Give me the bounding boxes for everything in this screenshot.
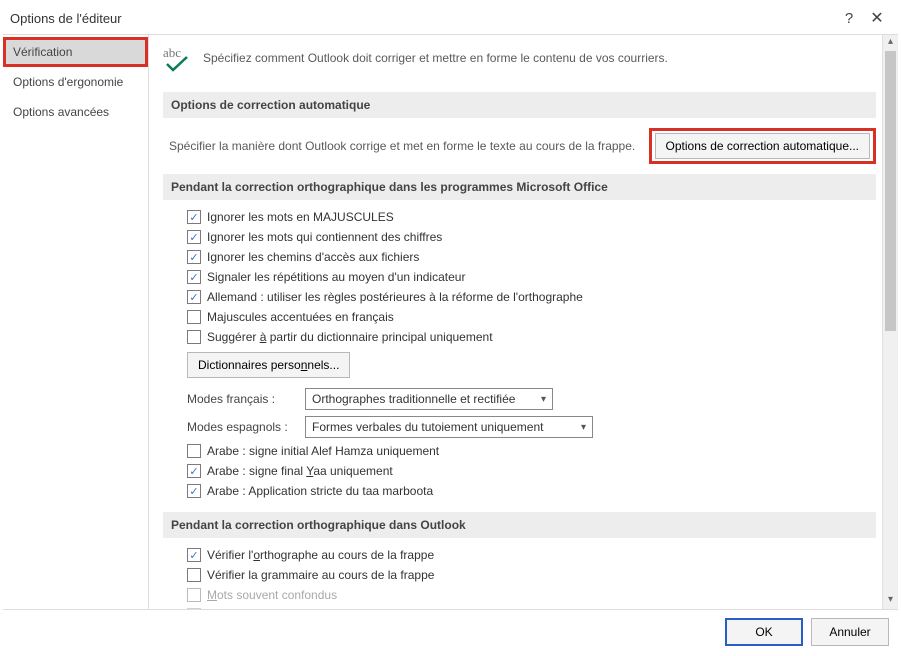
check-arabic-alef[interactable]: Arabe : signe initial Alef Hamza uniquem… xyxy=(187,444,876,458)
check-german-reform[interactable]: ✓ Allemand : utiliser les règles postéri… xyxy=(187,290,876,304)
sidebar-item-label: Options d'ergonomie xyxy=(13,75,123,89)
check-label: Mots souvent confondus xyxy=(207,588,337,602)
french-mode-row: Modes français : Orthographes traditionn… xyxy=(187,388,876,410)
section-spell-office-header: Pendant la correction orthographique dan… xyxy=(163,174,876,200)
check-spell-as-type[interactable]: ✓ Vérifier l'orthographe au cours de la … xyxy=(187,548,876,562)
autocorrect-options-button[interactable]: Options de correction automatique... xyxy=(655,133,870,159)
checkbox-icon: ✓ xyxy=(187,548,201,562)
hero: abc Spécifiez comment Outlook doit corri… xyxy=(163,45,876,78)
check-label: Majuscules accentuées en français xyxy=(207,310,394,324)
sidebar-item-ergonomie[interactable]: Options d'ergonomie xyxy=(3,67,148,97)
sidebar-item-avancees[interactable]: Options avancées xyxy=(3,97,148,127)
check-label: Vérifier la grammaire au cours de la fra… xyxy=(207,568,434,582)
spanish-mode-combo[interactable]: Formes verbales du tutoiement uniquement… xyxy=(305,416,593,438)
check-ignore-paths[interactable]: ✓ Ignorer les chemins d'accès aux fichie… xyxy=(187,250,876,264)
cancel-button[interactable]: Annuler xyxy=(811,618,889,646)
checkbox-icon xyxy=(187,568,201,582)
section-spell-outlook-header: Pendant la correction orthographique dan… xyxy=(163,512,876,538)
checkbox-icon xyxy=(187,330,201,344)
dialog-footer: OK Annuler xyxy=(0,610,901,656)
check-label: Arabe : signe initial Alef Hamza uniquem… xyxy=(207,444,439,458)
checkbox-icon: ✓ xyxy=(187,608,201,609)
check-grammar-editor-pane[interactable]: ✓ Vérifier la grammaire et les affinemen… xyxy=(187,608,876,609)
check-arabic-yaa[interactable]: ✓ Arabe : signe final Yaa uniquement xyxy=(187,464,876,478)
french-mode-combo[interactable]: Orthographes traditionnelle et rectifiée… xyxy=(305,388,553,410)
help-icon[interactable]: ? xyxy=(835,10,863,27)
check-label: Vérifier la grammaire et les affinements… xyxy=(207,608,548,609)
check-label: Arabe : signe final Yaa uniquement xyxy=(207,464,393,478)
window-title: Options de l'éditeur xyxy=(10,11,835,26)
scroll-thumb[interactable] xyxy=(885,51,896,331)
autocorrect-row: Spécifier la manière dont Outlook corrig… xyxy=(163,128,876,164)
check-ignore-uppercase[interactable]: ✓ Ignorer les mots en MAJUSCULES xyxy=(187,210,876,224)
content-pane: abc Spécifiez comment Outlook doit corri… xyxy=(149,35,898,609)
custom-dictionaries-button[interactable]: Dictionnaires personnels... xyxy=(187,352,350,378)
sidebar: Vérification Options d'ergonomie Options… xyxy=(3,35,149,609)
check-label: Signaler les répétitions au moyen d'un i… xyxy=(207,270,465,284)
french-mode-label: Modes français : xyxy=(187,392,299,406)
titlebar: Options de l'éditeur ? ✕ xyxy=(0,0,901,34)
checkbox-icon xyxy=(187,444,201,458)
checkbox-icon: ✓ xyxy=(187,290,201,304)
sidebar-item-label: Options avancées xyxy=(13,105,109,119)
main-area: Vérification Options d'ergonomie Options… xyxy=(3,34,898,610)
check-label: Arabe : Application stricte du taa marbo… xyxy=(207,484,433,498)
autocorrect-desc: Spécifier la manière dont Outlook corrig… xyxy=(169,139,639,153)
chevron-down-icon: ▾ xyxy=(541,394,546,405)
checkbox-icon: ✓ xyxy=(187,250,201,264)
autocorrect-button-highlight: Options de correction automatique... xyxy=(649,128,876,164)
check-label: Ignorer les chemins d'accès aux fichiers xyxy=(207,250,419,264)
check-label: Vérifier l'orthographe au cours de la fr… xyxy=(207,548,434,562)
sidebar-item-verification[interactable]: Vérification xyxy=(3,37,148,67)
chevron-down-icon: ▾ xyxy=(581,422,586,433)
check-arabic-taa[interactable]: ✓ Arabe : Application stricte du taa mar… xyxy=(187,484,876,498)
checkbox-icon: ✓ xyxy=(187,230,201,244)
checkbox-icon: ✓ xyxy=(187,464,201,478)
combo-value: Orthographes traditionnelle et rectifiée xyxy=(312,392,515,406)
check-ignore-numbers[interactable]: ✓ Ignorer les mots qui contiennent des c… xyxy=(187,230,876,244)
spanish-mode-label: Modes espagnols : xyxy=(187,420,299,434)
checkbox-icon xyxy=(187,310,201,324)
spanish-mode-row: Modes espagnols : Formes verbales du tut… xyxy=(187,416,876,438)
check-label: Ignorer les mots en MAJUSCULES xyxy=(207,210,394,224)
checkbox-icon xyxy=(187,588,201,602)
check-label: Allemand : utiliser les règles postérieu… xyxy=(207,290,583,304)
checkbox-icon: ✓ xyxy=(187,270,201,284)
check-confused-words: Mots souvent confondus xyxy=(187,588,876,602)
check-suggest-main-dict[interactable]: Suggérer à partir du dictionnaire princi… xyxy=(187,330,876,344)
check-label: Ignorer les mots qui contiennent des chi… xyxy=(207,230,442,244)
check-label: Suggérer à partir du dictionnaire princi… xyxy=(207,330,493,344)
checkbox-icon: ✓ xyxy=(187,210,201,224)
sidebar-item-label: Vérification xyxy=(13,45,72,59)
hero-text: Spécifiez comment Outlook doit corriger … xyxy=(203,51,668,65)
vertical-scrollbar[interactable]: ▴ ▾ xyxy=(882,35,898,609)
section-autocorrect-header: Options de correction automatique xyxy=(163,92,876,118)
combo-value: Formes verbales du tutoiement uniquement xyxy=(312,420,543,434)
check-flag-repeats[interactable]: ✓ Signaler les répétitions au moyen d'un… xyxy=(187,270,876,284)
svg-text:abc: abc xyxy=(163,45,181,60)
scroll-down-icon[interactable]: ▾ xyxy=(883,593,898,609)
scroll-up-icon[interactable]: ▴ xyxy=(883,35,898,51)
check-grammar-as-type[interactable]: Vérifier la grammaire au cours de la fra… xyxy=(187,568,876,582)
check-french-caps[interactable]: Majuscules accentuées en français xyxy=(187,310,876,324)
checkbox-icon: ✓ xyxy=(187,484,201,498)
close-icon[interactable]: ✕ xyxy=(863,8,891,28)
ok-button[interactable]: OK xyxy=(725,618,803,646)
abc-check-icon: abc xyxy=(163,45,193,78)
